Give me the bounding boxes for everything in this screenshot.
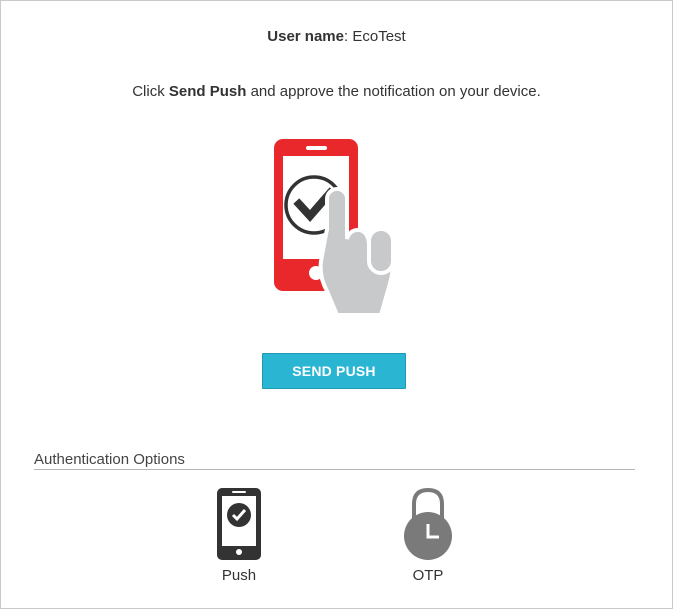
username-value: EcoTest <box>352 28 406 45</box>
phone-check-icon <box>217 488 261 560</box>
auth-option-push[interactable]: Push <box>199 486 279 584</box>
auth-option-push-label: Push <box>221 567 257 584</box>
username-line: User name: EcoTest <box>1 28 672 45</box>
username-label: User name <box>267 28 344 45</box>
instruction-text: Click Send Push and approve the notifica… <box>1 83 672 100</box>
auth-options-title: Authentication Options <box>34 451 185 468</box>
auth-option-otp-label: OTP <box>412 567 444 584</box>
clock-lock-icon <box>404 487 452 560</box>
auth-panel: User name: EcoTest Click Send Push and a… <box>0 0 673 609</box>
instruction-action: Send Push <box>168 83 247 100</box>
auth-option-otp[interactable]: OTP <box>388 486 468 584</box>
instruction-suffix: and approve the notification on your dev… <box>246 83 541 100</box>
instruction-prefix: Click <box>132 83 169 100</box>
phone-check-tap-icon <box>274 139 396 317</box>
send-push-button[interactable]: SEND PUSH <box>262 353 406 389</box>
auth-options-divider <box>34 469 635 470</box>
